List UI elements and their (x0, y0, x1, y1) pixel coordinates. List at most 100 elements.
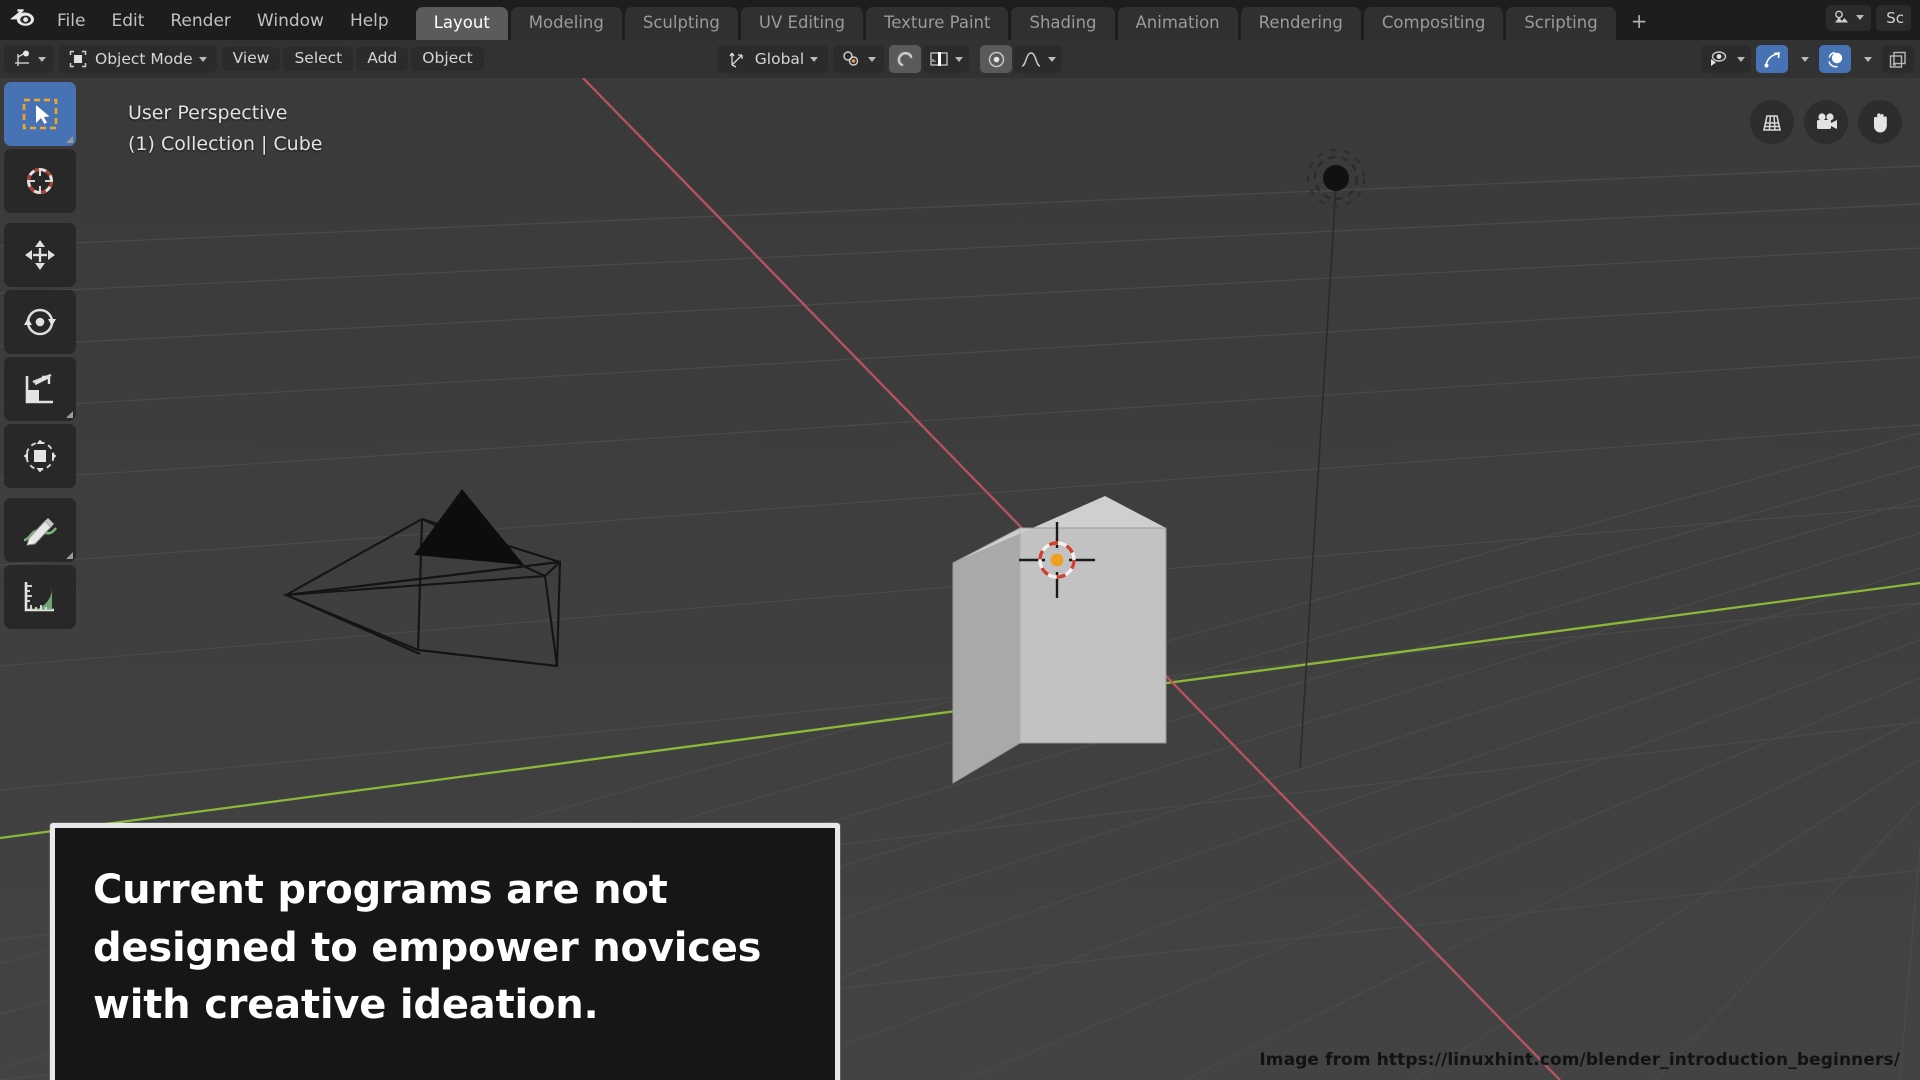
viewport-menu-add[interactable]: Add (356, 47, 409, 71)
tab-modeling[interactable]: Modeling (510, 6, 622, 40)
proportional-editing-group (980, 45, 1067, 73)
tab-uv-editing[interactable]: UV Editing (740, 6, 863, 40)
add-workspace-button[interactable]: + (1619, 6, 1660, 40)
viewport-menu-object[interactable]: Object (411, 47, 484, 71)
scene-selector[interactable] (1826, 4, 1872, 31)
object-mode-label: Object Mode (95, 50, 193, 68)
chevron-down-icon (810, 56, 819, 62)
tab-texture-paint[interactable]: Texture Paint (865, 6, 1009, 40)
orientation-label: Global (754, 50, 805, 68)
menu-render[interactable]: Render (157, 10, 244, 33)
viewport-toolbar (4, 82, 76, 632)
proportional-editing-icon (988, 51, 1004, 67)
falloff-smooth-icon (1021, 52, 1041, 67)
viewport-menu-view[interactable]: View (221, 47, 281, 71)
viewport-menu-select[interactable]: Select (283, 47, 354, 71)
tool-select-box[interactable] (4, 82, 76, 146)
proportional-editing-toggle[interactable] (980, 45, 1013, 73)
chevron-down-icon (38, 56, 46, 62)
grid-toggle-icon (1763, 115, 1781, 131)
overlays-toggle[interactable] (1819, 45, 1851, 73)
tool-measure[interactable] (4, 565, 76, 629)
tab-shading[interactable]: Shading (1011, 6, 1115, 40)
object-mode-selector[interactable]: Object Mode (59, 45, 217, 73)
caption-line-1: Current programs are not (93, 867, 668, 913)
scale-icon (25, 373, 53, 404)
transform-orientation-selector[interactable]: Global (716, 45, 829, 73)
pivot-point-selector[interactable] (833, 45, 885, 73)
snap-magnet-toggle[interactable] (889, 45, 922, 73)
tool-cursor[interactable] (4, 149, 76, 213)
chevron-down-icon (1737, 56, 1745, 62)
magnet-icon (897, 51, 913, 66)
editor-type-3d-viewport-icon (15, 50, 29, 66)
annotate-icon (23, 518, 57, 546)
tool-move[interactable] (4, 223, 76, 287)
editor-type-selector[interactable] (4, 45, 54, 73)
chevron-down-icon (1048, 56, 1057, 62)
topbar-right-controls: Sc (1826, 0, 1920, 40)
viewport-info-overlay: User Perspective (1) Collection | Cube (128, 98, 322, 161)
tab-scripting[interactable]: Scripting (1506, 6, 1616, 40)
snap-increment-icon (930, 52, 948, 66)
camera-view-button[interactable] (1804, 100, 1848, 144)
tool-scale[interactable] (4, 357, 76, 421)
move-icon (25, 240, 55, 270)
viewport-view-name: User Perspective (128, 102, 288, 124)
caption-box: Current programs are not designed to emp… (50, 823, 840, 1080)
tab-animation[interactable]: Animation (1117, 6, 1238, 40)
scene-name-value: Sc (1886, 8, 1904, 27)
blender-logo-icon[interactable] (0, 0, 44, 40)
object-mode-icon (69, 50, 87, 68)
gizmo-toggle[interactable] (1756, 45, 1788, 73)
snapping-group (889, 45, 974, 73)
top-bar: File Edit Render Window Help Layout Mode… (0, 0, 1920, 40)
overlays-dropdown[interactable] (1853, 45, 1877, 73)
pan-view-button[interactable] (1858, 100, 1902, 144)
caption-line-2: designed to empower novices (93, 924, 762, 971)
menu-help[interactable]: Help (337, 10, 402, 33)
tab-sculpting[interactable]: Sculpting (624, 6, 738, 40)
rotate-icon (24, 308, 56, 336)
cursor-3d-icon (27, 168, 53, 194)
scene-icon (1835, 10, 1849, 23)
visibility-selectability-icon (1711, 51, 1727, 66)
hand-pan-icon (1874, 112, 1887, 132)
menu-edit[interactable]: Edit (98, 10, 157, 33)
overlays-icon (1827, 51, 1842, 67)
tool-submenu-corner (66, 411, 73, 418)
chevron-down-icon (1801, 56, 1809, 62)
tool-rotate[interactable] (4, 290, 76, 354)
toggle-perspective-button[interactable] (1750, 100, 1794, 144)
xray-toggle-icon (1889, 51, 1906, 68)
camera-view-icon (1816, 113, 1837, 129)
gizmo-dropdown[interactable] (1790, 45, 1814, 73)
measure-icon (24, 582, 54, 612)
chevron-down-icon (198, 56, 207, 62)
menu-file[interactable]: File (44, 10, 98, 33)
tool-transform[interactable] (4, 424, 76, 488)
tab-layout[interactable]: Layout (415, 6, 508, 40)
chevron-down-icon (1864, 56, 1872, 62)
visibility-selectability-selector[interactable] (1701, 45, 1751, 73)
attribution-text: Image from https://linuxhint.com/blender… (1259, 1050, 1900, 1070)
tool-annotate[interactable] (4, 498, 76, 562)
tab-compositing[interactable]: Compositing (1363, 6, 1504, 40)
chevron-down-icon (955, 56, 964, 62)
snap-target-selector[interactable] (923, 45, 970, 73)
caption-line-3: with creative ideation. (93, 982, 599, 1029)
falloff-selector[interactable] (1014, 45, 1063, 73)
tool-submenu-corner (66, 552, 73, 559)
chevron-down-icon (1856, 15, 1865, 20)
gizmo-icon (1764, 51, 1780, 67)
chevron-down-icon (868, 56, 877, 62)
menu-window[interactable]: Window (244, 10, 337, 33)
tweak-select-box-icon (22, 98, 58, 130)
blender-window: File Edit Render Window Help Layout Mode… (0, 0, 1920, 1080)
view-layer-selector[interactable]: Sc (1876, 4, 1911, 31)
xray-toggle[interactable] (1882, 45, 1914, 73)
viewport-nav-gizmos (1750, 100, 1902, 144)
3d-viewport[interactable]: User Perspective (1) Collection | Cube C… (0, 78, 1920, 1080)
tab-rendering[interactable]: Rendering (1240, 6, 1361, 40)
tool-submenu-corner (66, 136, 73, 143)
